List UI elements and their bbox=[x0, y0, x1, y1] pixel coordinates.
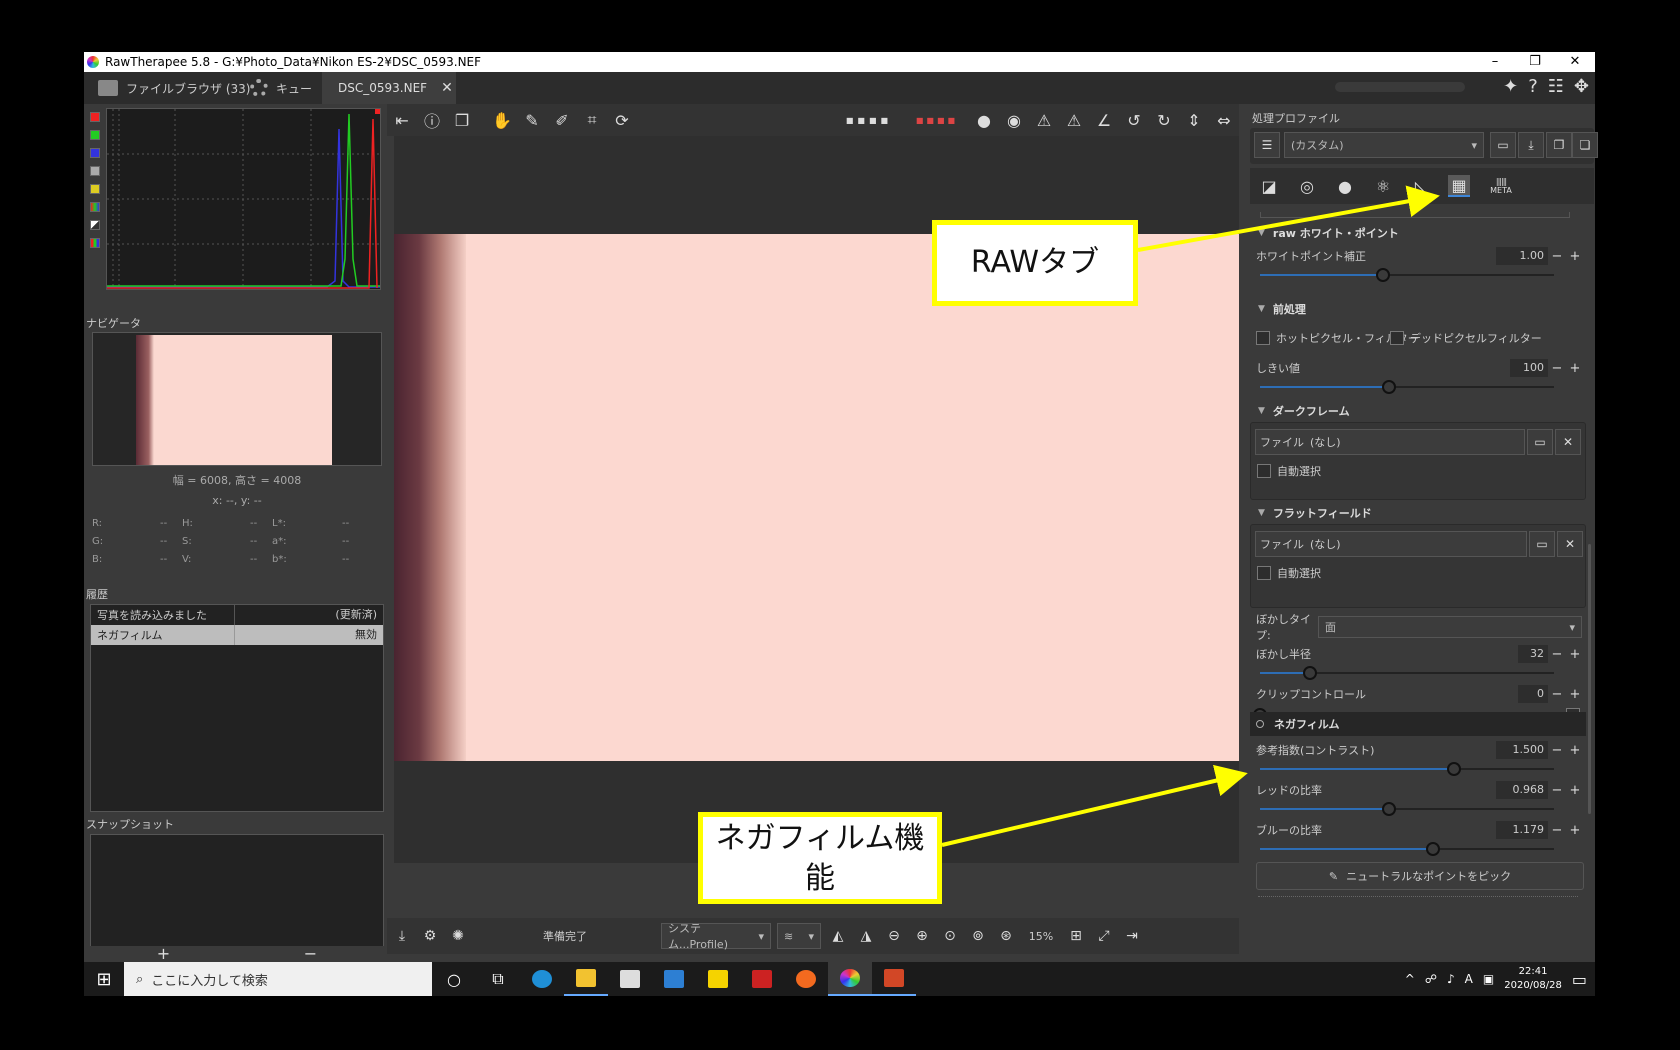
minimize-button[interactable]: – bbox=[1475, 52, 1515, 72]
ime-indicator[interactable]: A bbox=[1465, 972, 1473, 986]
film-negative-arrow bbox=[941, 764, 1248, 847]
sticky-notes-app-icon[interactable] bbox=[696, 962, 740, 996]
chevron-up-icon[interactable]: ^ bbox=[1405, 972, 1415, 986]
annotation-arrows bbox=[941, 185, 1440, 847]
cortana-icon[interactable]: ○ bbox=[432, 962, 476, 996]
clock-time: 22:41 bbox=[1518, 966, 1548, 977]
taskbar: ⊞ ⌕ ここに入力して検索 ○ ⧉ ^ ☍ ♪ A ▣ 22:41 2020/0… bbox=[84, 962, 1595, 996]
clock[interactable]: 22:41 2020/08/28 bbox=[1504, 965, 1562, 993]
powerpoint-app-icon[interactable] bbox=[872, 962, 916, 996]
rawtherapee-app-icon[interactable] bbox=[828, 962, 872, 996]
task-view-icon[interactable]: ⧉ bbox=[476, 962, 520, 996]
mail-app-icon[interactable] bbox=[652, 962, 696, 996]
edge-app-icon[interactable] bbox=[520, 962, 564, 996]
taskbar-search-placeholder: ここに入力して検索 bbox=[151, 973, 268, 989]
network-icon[interactable]: ☍ bbox=[1425, 972, 1437, 986]
ime-mode-icon[interactable]: ▣ bbox=[1483, 972, 1494, 986]
clock-date: 2020/08/28 bbox=[1504, 980, 1562, 991]
raw-tab-arrow bbox=[1137, 185, 1440, 252]
app-window: ファイルブラウザ (33) キュー DSC_0593.NEF ✕ ✦ ? ☷ ✥ bbox=[84, 72, 1598, 962]
app-red-icon[interactable] bbox=[740, 962, 784, 996]
search-icon: ⌕ bbox=[136, 971, 144, 987]
store-app-icon[interactable] bbox=[608, 962, 652, 996]
window-title: RawTherapee 5.8 - G:¥Photo_Data¥Nikon ES… bbox=[105, 55, 482, 69]
close-window-button[interactable]: ✕ bbox=[1555, 52, 1595, 72]
restore-button[interactable]: ❐ bbox=[1515, 52, 1555, 72]
taskbar-search[interactable]: ⌕ ここに入力して検索 bbox=[124, 962, 432, 996]
notification-icon[interactable]: ▭ bbox=[1572, 970, 1587, 989]
firefox-app-icon[interactable] bbox=[784, 962, 828, 996]
system-tray: ^ ☍ ♪ A ▣ 22:41 2020/08/28 ▭ bbox=[1405, 962, 1587, 996]
explorer-app-icon[interactable] bbox=[564, 962, 608, 996]
windows-start-icon[interactable]: ⊞ bbox=[84, 962, 124, 996]
rawtherapee-logo-icon bbox=[87, 56, 99, 68]
title-bar: RawTherapee 5.8 - G:¥Photo_Data¥Nikon ES… bbox=[84, 52, 1595, 72]
volume-icon[interactable]: ♪ bbox=[1447, 972, 1455, 986]
screen: RawTherapee 5.8 - G:¥Photo_Data¥Nikon ES… bbox=[0, 0, 1680, 1050]
